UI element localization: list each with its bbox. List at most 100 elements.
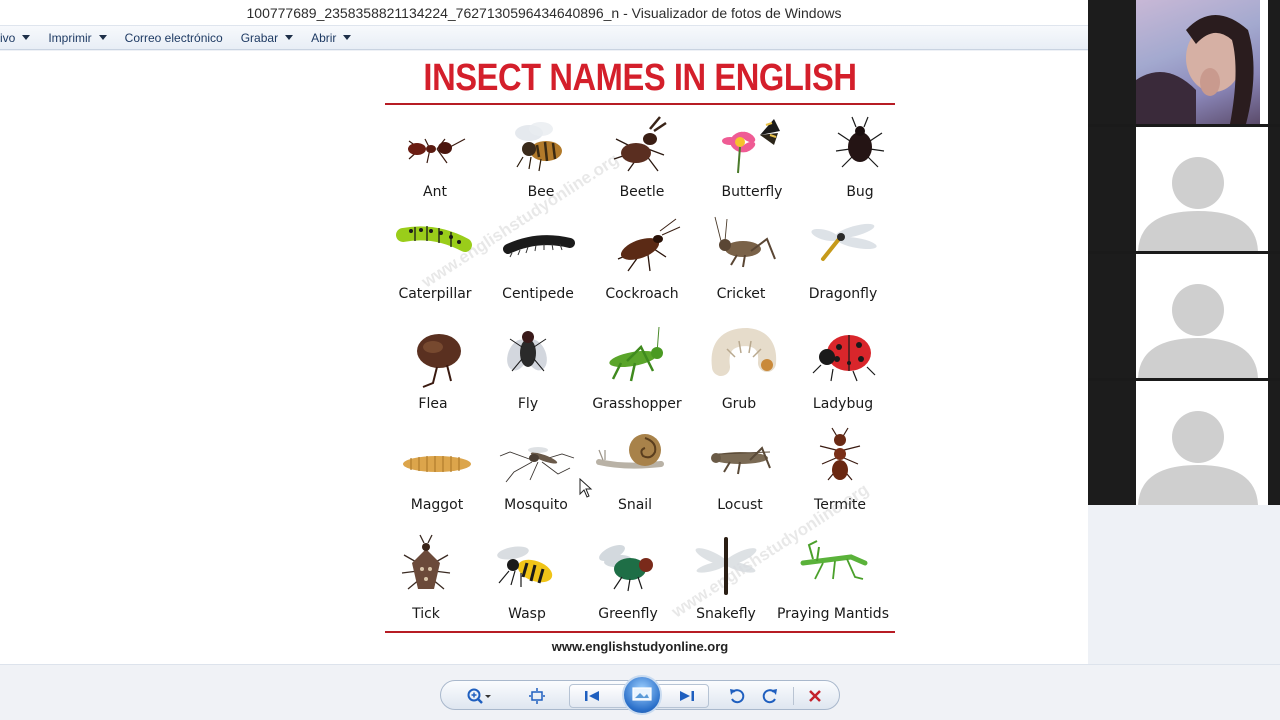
- insect-label: Snail: [617, 497, 653, 513]
- poster-divider-bottom: [385, 631, 895, 633]
- locust-icon: [711, 446, 771, 475]
- insect-card-ant: Ant: [385, 111, 485, 211]
- slideshow-button[interactable]: [622, 675, 662, 715]
- insect-label: Centipede: [502, 286, 574, 302]
- tile-border: [1260, 254, 1268, 378]
- insect-label: Ladybug: [812, 396, 874, 412]
- grub-icon: [711, 327, 777, 376]
- rotate-right-button[interactable]: [756, 685, 784, 707]
- beetle-icon: [613, 116, 667, 172]
- tile-border: [1260, 381, 1268, 505]
- insect-card-snail: Snail: [585, 424, 685, 524]
- insect-card-cockroach: Cockroach: [592, 213, 692, 313]
- chevron-down-icon: [343, 35, 352, 40]
- caterpillar-icon: [396, 226, 472, 252]
- rotate-ccw-icon: [730, 689, 745, 704]
- bug-icon: [835, 116, 885, 168]
- menu-file[interactable]: ivo: [0, 30, 31, 45]
- chevron-down-icon: [22, 35, 31, 40]
- insect-label: Snakefly: [696, 606, 756, 622]
- insect-label: Grub: [721, 396, 757, 412]
- rotate-left-button[interactable]: [723, 685, 751, 707]
- poster-divider-top: [385, 103, 895, 105]
- insect-label: Fly: [517, 396, 539, 412]
- insect-card-locust: Locust: [690, 424, 790, 524]
- mouse-pointer-icon: [579, 478, 593, 498]
- avatar-placeholder-icon: [1138, 284, 1258, 378]
- menu-email-label: Correo electrónico: [124, 30, 223, 45]
- toolbar-separator: [793, 687, 794, 705]
- magnifier-icon: [467, 688, 491, 704]
- next-button[interactable]: [673, 685, 701, 707]
- insect-card-beetle: Beetle: [592, 111, 692, 211]
- insect-card-caterpillar: Caterpillar: [385, 213, 485, 313]
- chevron-down-icon: [98, 35, 107, 40]
- menu-burn[interactable]: Grabar: [240, 30, 294, 45]
- praying-mantis-icon: [800, 540, 868, 580]
- participant-avatar: [1136, 254, 1260, 378]
- maggot-icon: [403, 456, 471, 472]
- insect-card-snakefly: Snakefly: [676, 533, 776, 633]
- cricket-icon: [714, 216, 776, 268]
- menu-print[interactable]: Imprimir: [48, 31, 107, 45]
- zoom-button[interactable]: [465, 685, 493, 707]
- insect-label: Butterfly: [721, 184, 783, 200]
- participant-video-feed: [1136, 15, 1254, 124]
- insect-card-butterfly: Butterfly: [702, 111, 802, 211]
- termite-icon: [819, 427, 861, 481]
- insect-card-termite: Termite: [790, 424, 890, 524]
- insect-card-centipede: Centipede: [488, 213, 588, 313]
- insect-card-ladybug: Ladybug: [793, 323, 893, 423]
- tile-border: [1260, 127, 1268, 251]
- delete-button[interactable]: [801, 685, 829, 707]
- cockroach-icon: [617, 218, 681, 272]
- insect-card-mosquito: Mosquito: [486, 424, 586, 524]
- greenfly-icon: [599, 544, 653, 592]
- avatar-placeholder-icon: [1138, 411, 1258, 505]
- dragonfly-icon: [811, 223, 877, 261]
- insect-card-fly: Fly: [478, 323, 578, 423]
- fit-window-icon: [529, 688, 545, 704]
- participant-tile[interactable]: [1088, 0, 1280, 124]
- skip-back-icon: [585, 691, 599, 701]
- insect-label: Termite: [814, 497, 866, 513]
- ladybug-icon: [812, 335, 876, 382]
- tile-border: [1260, 0, 1268, 124]
- participant-tile[interactable]: [1088, 254, 1280, 378]
- photo-viewer-screen: 100777689_2358358821134224_7627130596434…: [0, 0, 1280, 720]
- insect-card-bee: Bee: [491, 111, 591, 211]
- centipede-icon: [503, 235, 575, 258]
- menu-open[interactable]: Abrir: [311, 31, 352, 45]
- menu-email[interactable]: Correo electrónico: [125, 31, 223, 45]
- participant-video: [1136, 0, 1260, 124]
- participant-avatar: [1136, 127, 1260, 251]
- actual-size-button[interactable]: [523, 685, 551, 707]
- fly-icon: [507, 331, 547, 372]
- grasshopper-icon: [609, 326, 663, 382]
- participant-tile[interactable]: [1088, 127, 1280, 251]
- delete-x-icon: [809, 690, 821, 702]
- insect-card-grasshopper: Grasshopper: [587, 323, 687, 423]
- skip-forward-icon: [680, 691, 694, 701]
- insect-label: Dragonfly: [808, 286, 878, 302]
- window-titlebar: 100777689_2358358821134224_7627130596434…: [0, 0, 1088, 26]
- snakefly-icon: [695, 537, 757, 595]
- insect-card-grub: Grub: [689, 323, 789, 423]
- menu-burn-label: Grabar: [240, 30, 279, 45]
- menu-file-label: ivo: [0, 30, 16, 45]
- tick-icon: [401, 534, 451, 590]
- insect-card-tick: Tick: [376, 533, 476, 633]
- insect-card-greenfly: Greenfly: [578, 533, 678, 633]
- participant-tile[interactable]: [1088, 381, 1280, 505]
- insect-card-maggot: Maggot: [387, 424, 487, 524]
- insect-label: Bug: [846, 184, 874, 200]
- poster-website: www.englishstudyonline.org: [551, 639, 729, 654]
- snail-icon: [596, 434, 664, 469]
- previous-button[interactable]: [578, 685, 606, 707]
- insect-label: Beetle: [619, 184, 665, 200]
- mosquito-icon: [499, 447, 575, 483]
- insect-card-bug: Bug: [810, 111, 910, 211]
- insect-label: Caterpillar: [398, 286, 472, 302]
- bee-icon: [515, 122, 562, 172]
- window-title: 100777689_2358358821134224_7627130596434…: [246, 4, 842, 21]
